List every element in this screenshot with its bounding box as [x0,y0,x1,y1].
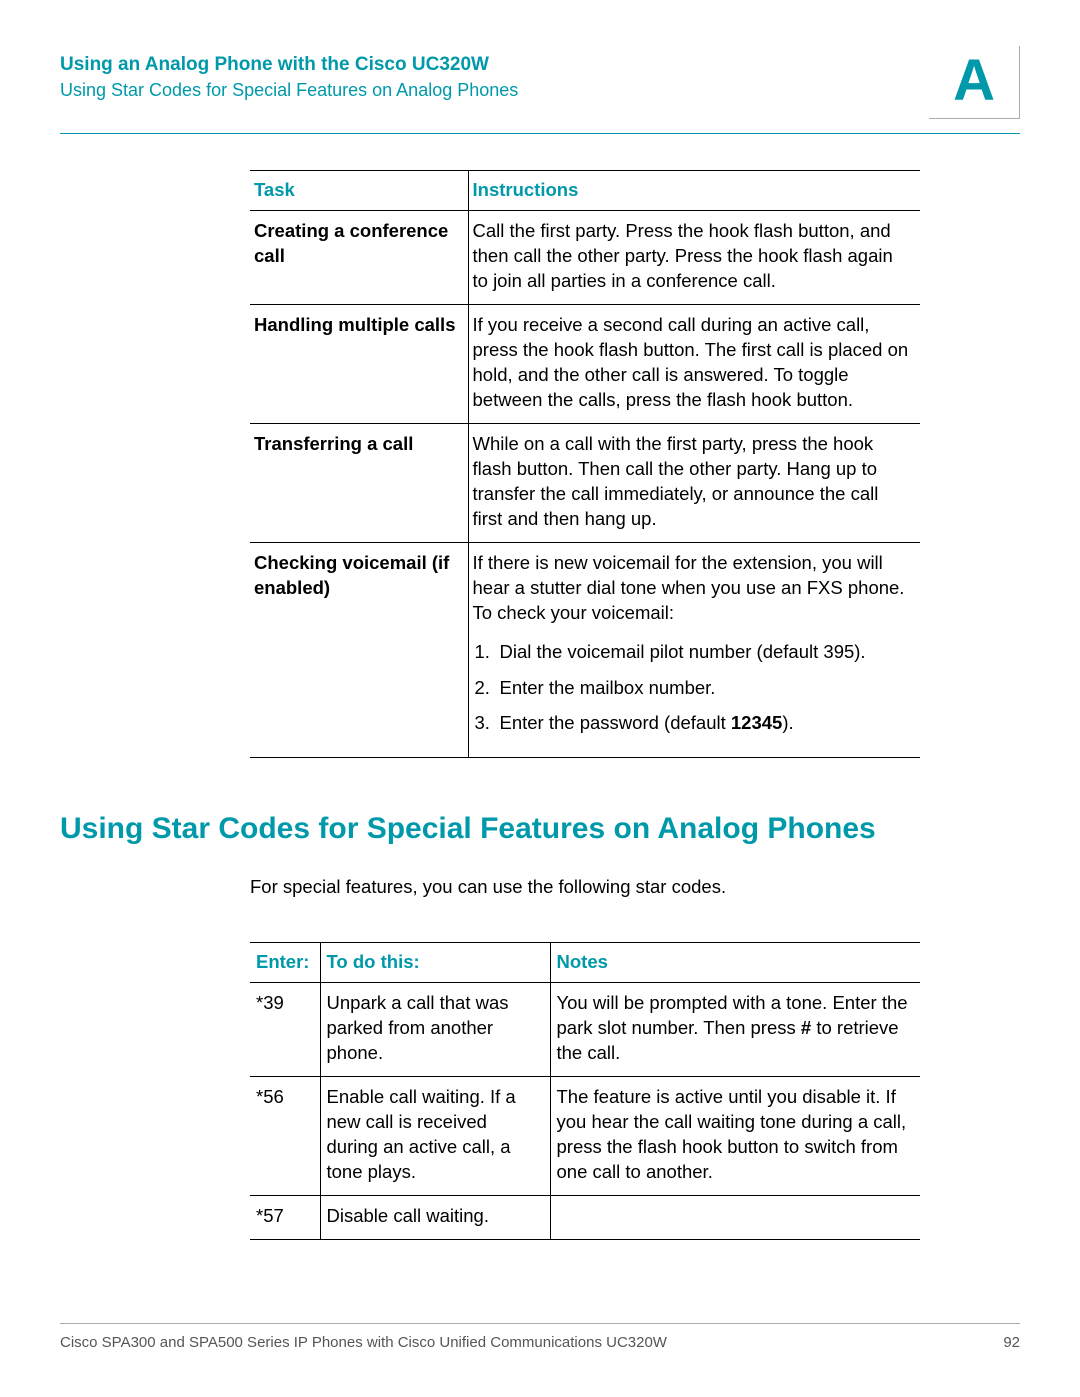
table-row: Handling multiple calls If you receive a… [250,304,920,423]
section-intro: For special features, you can use the fo… [250,876,1020,898]
table-row: *56 Enable call waiting. If a new call i… [250,1077,920,1196]
table-row: *39 Unpark a call that was parked from a… [250,983,920,1077]
star-code-notes: The feature is active until you disable … [550,1077,920,1196]
star-code-action: Disable call waiting. [320,1196,550,1240]
task-name: Handling multiple calls [250,304,468,423]
appendix-letter: A [929,46,1020,119]
list-item: 2.Enter the mailbox number. [475,676,911,701]
table-row: *57 Disable call waiting. [250,1196,920,1240]
list-item: 1.Dial the voicemail pilot number (defau… [475,640,911,665]
star-code: *39 [250,983,320,1077]
tasks-header-task: Task [250,171,468,211]
footer-text: Cisco SPA300 and SPA500 Series IP Phones… [60,1334,667,1351]
task-name: Checking voicemail (if enabled) [250,542,468,758]
table-row: Creating a conference call Call the firs… [250,210,920,304]
list-item: 3.Enter the password (default 12345). [475,711,911,736]
header-title: Using an Analog Phone with the Cisco UC3… [60,54,1020,76]
star-code: *56 [250,1077,320,1196]
star-code-action: Unpark a call that was parked from anoth… [320,983,550,1077]
table-row: Checking voicemail (if enabled) If there… [250,542,920,758]
step-text: Enter the password (default [500,712,731,733]
table-row: Transferring a call While on a call with… [250,423,920,542]
key-symbol: # [801,1017,811,1038]
step-text: Dial the voicemail pilot number (default… [500,641,866,662]
tasks-table: Task Instructions Creating a conference … [250,170,920,758]
section-heading: Using Star Codes for Special Features on… [60,812,1020,846]
task-instructions: While on a call with the first party, pr… [468,423,920,542]
star-code-notes: You will be prompted with a tone. Enter … [550,983,920,1077]
voicemail-steps: 1.Dial the voicemail pilot number (defau… [473,640,911,737]
header-subtitle: Using Star Codes for Special Features on… [60,80,1020,101]
default-password: 12345 [731,712,782,733]
task-instructions: Call the first party. Press the hook fla… [468,210,920,304]
step-text: Enter the mailbox number. [500,677,716,698]
codes-header-enter: Enter: [250,943,320,983]
star-codes-table: Enter: To do this: Notes *39 Unpark a ca… [250,942,920,1240]
task-instructions: If you receive a second call during an a… [468,304,920,423]
star-code-notes [550,1196,920,1240]
page-number: 92 [1003,1334,1020,1351]
star-code: *57 [250,1196,320,1240]
star-code-action: Enable call waiting. If a new call is re… [320,1077,550,1196]
step-tail: ). [782,712,793,733]
task-name: Transferring a call [250,423,468,542]
codes-header-notes: Notes [550,943,920,983]
page-header: Using an Analog Phone with the Cisco UC3… [60,54,1020,134]
instructions-intro: If there is new voicemail for the extens… [473,552,905,623]
task-instructions: If there is new voicemail for the extens… [468,542,920,758]
page-footer: Cisco SPA300 and SPA500 Series IP Phones… [60,1323,1020,1351]
codes-header-todo: To do this: [320,943,550,983]
tasks-header-instructions: Instructions [468,171,920,211]
task-name: Creating a conference call [250,210,468,304]
